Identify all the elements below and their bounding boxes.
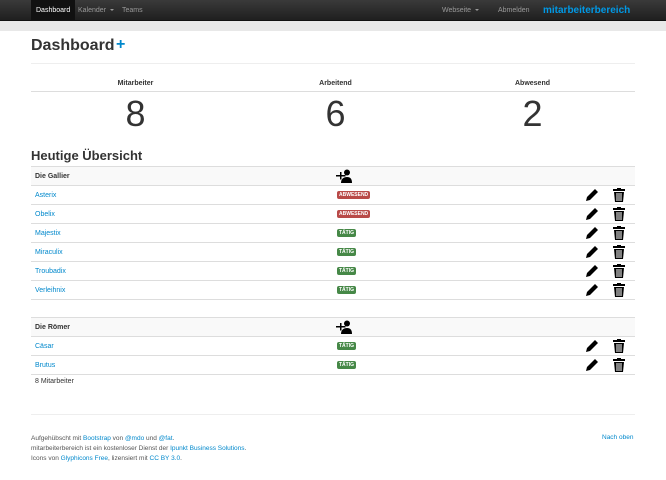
table-row: Cäsar TÄTIG	[31, 336, 635, 355]
fat-link[interactable]: @fat	[159, 435, 173, 442]
footer-text-part: von	[110, 435, 125, 442]
nav-abmelden[interactable]: Abmelden	[498, 0, 530, 21]
trash-icon[interactable]	[613, 207, 625, 221]
footer-divider	[31, 414, 635, 415]
member-link[interactable]: Obelix	[35, 211, 55, 218]
add-user-icon[interactable]	[336, 320, 352, 334]
stats-divider	[31, 91, 635, 92]
member-link[interactable]: Miraculix	[35, 249, 63, 256]
bootstrap-link[interactable]: Bootstrap	[83, 435, 111, 442]
member-link[interactable]: Cäsar	[35, 343, 54, 350]
trash-icon[interactable]	[613, 188, 625, 202]
stat-label-mitarbeiter: Mitarbeiter	[117, 80, 154, 87]
member-link[interactable]: Brutus	[35, 362, 55, 369]
table-row: Obelix ABWESEND	[31, 204, 635, 223]
page-title: Dashboard	[31, 37, 115, 54]
stat-value-arbeitend: 6	[325, 93, 346, 134]
member-link[interactable]: Majestix	[35, 230, 61, 237]
ccby-link[interactable]: CC BY 3.0	[150, 455, 181, 462]
trash-icon[interactable]	[613, 339, 625, 353]
stat-label-abwesend: Abwesend	[514, 80, 550, 87]
pencil-icon[interactable]	[585, 283, 599, 297]
ipunkt-link[interactable]: Ipunkt Business Solutions	[170, 445, 244, 452]
back-to-top-link[interactable]: Nach oben	[602, 434, 633, 441]
table-row: Verleihnix TÄTIG	[31, 280, 635, 299]
nav-kalender-label: Kalender	[78, 7, 107, 14]
footer-line-3: Icons von Glyphicons Free, lizensiert mi…	[31, 454, 246, 464]
status-badge: TÄTIG	[337, 342, 356, 350]
add-plus-icon[interactable]: +	[116, 36, 125, 54]
table-row: Miraculix TÄTIG	[31, 242, 635, 261]
table-end-line	[31, 299, 635, 300]
divider	[31, 63, 635, 64]
section-title: Heutige Übersicht	[31, 148, 143, 163]
status-badge: TÄTIG	[337, 286, 356, 294]
footer-text-part: .	[180, 455, 182, 462]
footer-text-part: .	[172, 435, 175, 442]
pencil-icon[interactable]	[585, 245, 599, 259]
member-link[interactable]: Verleihnix	[35, 287, 65, 294]
footer-text-part: Aufgehübscht mit	[31, 435, 84, 442]
pencil-icon[interactable]	[585, 226, 599, 240]
member-link[interactable]: Troubadix	[35, 268, 66, 275]
status-badge: TÄTIG	[337, 267, 356, 275]
stat-label-arbeitend: Arbeitend	[319, 80, 352, 87]
chevron-down-icon	[475, 9, 480, 12]
status-badge: ABWESEND	[337, 210, 371, 218]
pencil-icon[interactable]	[585, 207, 599, 221]
nav-webseite[interactable]: Webseite	[442, 0, 480, 21]
pencil-icon[interactable]	[585, 358, 599, 372]
nav-teams[interactable]: Teams	[122, 0, 143, 21]
table-row: Brutus TÄTIG	[31, 355, 635, 374]
trash-icon[interactable]	[613, 264, 625, 278]
footer-text: Aufgehübscht mit Bootstrap von @mdo und …	[31, 434, 246, 464]
team-name: Die Gallier	[35, 173, 70, 180]
stat-value-abwesend: 2	[522, 93, 543, 134]
trash-icon[interactable]	[613, 226, 625, 240]
table-row: Asterix ABWESEND	[31, 185, 635, 204]
status-badge: TÄTIG	[337, 361, 356, 369]
footer-line-2: mitarbeiterbereich ist ein kostenloser D…	[31, 444, 246, 454]
trash-icon[interactable]	[613, 245, 625, 259]
top-navbar: Dashboard Kalender Teams Webseite Abmeld…	[0, 0, 666, 21]
footer-line-1: Aufgehübscht mit Bootstrap von @mdo und …	[31, 434, 246, 444]
member-link[interactable]: Asterix	[35, 192, 56, 199]
nav-webseite-label: Webseite	[442, 7, 472, 14]
nav-kalender[interactable]: Kalender	[78, 0, 115, 21]
footer-text-part: und	[144, 435, 159, 442]
team-table-gallier: Die Gallier Asterix ABWESEND Obelix ABWE…	[31, 166, 635, 300]
team-name: Die Römer	[35, 324, 71, 331]
team-header-row: Die Römer	[31, 317, 635, 336]
footer-text-part: , lizensiert mit	[107, 455, 150, 462]
trash-icon[interactable]	[613, 283, 625, 297]
status-badge: ABWESEND	[337, 191, 371, 199]
team-header-row: Die Gallier	[31, 166, 635, 185]
mdo-link[interactable]: @mdo	[125, 435, 144, 442]
glyphicons-link[interactable]: Glyphicons Free	[61, 455, 108, 462]
pencil-icon[interactable]	[585, 264, 599, 278]
table-row: Troubadix TÄTIG	[31, 261, 635, 280]
footer-text-part: .	[244, 445, 247, 452]
footer-text-part: mitarbeiterbereich ist ein kostenloser D…	[31, 445, 171, 452]
brand-logo[interactable]: mitarbeiterbereich	[543, 0, 630, 21]
chevron-down-icon	[110, 9, 115, 12]
pencil-icon[interactable]	[585, 188, 599, 202]
navbar-shadow	[0, 21, 666, 31]
status-badge: TÄTIG	[337, 229, 356, 237]
trash-icon[interactable]	[613, 358, 625, 372]
team-table-roemer: Die Römer Cäsar TÄTIG Brutus TÄTIG	[31, 317, 635, 375]
table-row: Majestix TÄTIG	[31, 223, 635, 242]
nav-dashboard[interactable]: Dashboard	[31, 0, 76, 21]
table-end-line	[31, 374, 635, 375]
add-user-icon[interactable]	[336, 169, 352, 183]
stat-value-mitarbeiter: 8	[125, 93, 146, 134]
status-badge: TÄTIG	[337, 248, 356, 256]
footer-text-part: Icons von	[31, 455, 61, 462]
employee-count: 8 Mitarbeiter	[35, 378, 74, 385]
pencil-icon[interactable]	[585, 339, 599, 353]
